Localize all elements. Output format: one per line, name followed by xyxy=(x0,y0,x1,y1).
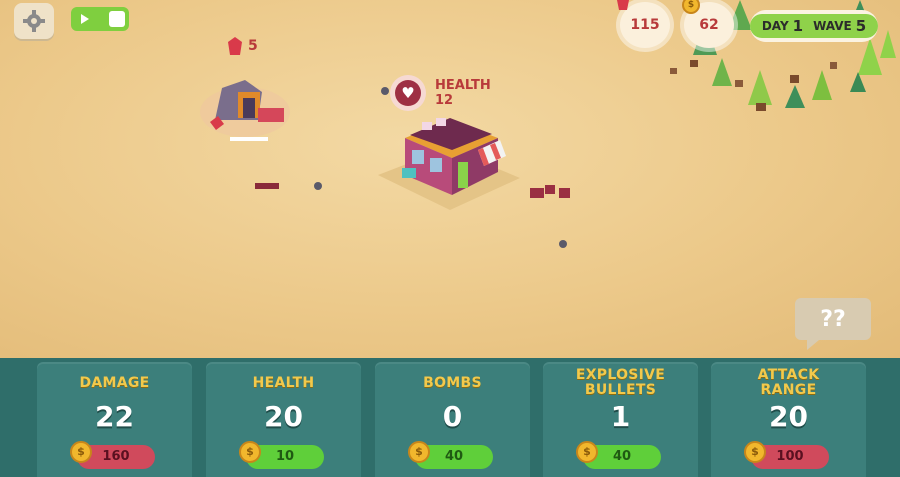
gem-icon xyxy=(228,37,242,55)
upgrade-value: 1 xyxy=(610,400,631,433)
day-value: 1 xyxy=(792,17,804,35)
help-text: ?? xyxy=(820,306,846,332)
terrain-layer xyxy=(200,0,896,248)
mine-gem-count: 5 xyxy=(248,38,258,54)
building-health-icon: ♥ xyxy=(390,75,426,111)
game-scene[interactable]: 115 $ 62 DAY 1 WAVE 5 5 ♥ HEALTH 12 ?? xyxy=(0,0,900,358)
upgrade-value: 20 xyxy=(769,400,808,433)
mine-gem-label: 5 xyxy=(228,37,258,55)
gem-icon xyxy=(617,0,629,10)
debris xyxy=(530,188,544,198)
upgrade-card-damage[interactable]: DAMAGE 22 160 $ xyxy=(37,362,192,477)
coin-icon: $ xyxy=(682,0,700,14)
wave-value: 5 xyxy=(855,17,867,35)
building-value: 12 xyxy=(435,93,454,108)
coin-icon: $ xyxy=(70,441,92,463)
debris xyxy=(255,183,279,189)
building-label: HEALTH xyxy=(435,78,491,93)
upgrade-value: 20 xyxy=(264,400,303,433)
upgrade-card-explosive-bullets[interactable]: EXPLOSIVE BULLETS 1 40 $ xyxy=(543,362,698,477)
shop-building xyxy=(378,118,520,210)
upgrade-title: HEALTH xyxy=(252,375,315,391)
gem-count: 115 xyxy=(630,17,660,33)
coin-icon: $ xyxy=(239,441,261,463)
speed-toggle[interactable] xyxy=(71,7,129,31)
upgrade-value: 22 xyxy=(95,400,134,433)
wave-label: WAVE xyxy=(813,19,852,33)
coin-icon: $ xyxy=(408,441,430,463)
coin-count: 62 xyxy=(699,17,719,33)
coin-icon: $ xyxy=(576,441,598,463)
debris xyxy=(559,188,570,198)
debris xyxy=(545,185,555,194)
upgrade-card-attack-range[interactable]: ATTACK RANGE 20 100 $ xyxy=(711,362,866,477)
coin-icon: $ xyxy=(744,441,766,463)
upgrade-value: 0 xyxy=(442,400,463,433)
coin-counter: $ 62 xyxy=(682,0,734,48)
upgrade-title: EXPLOSIVE BULLETS xyxy=(575,367,666,398)
building-health-label: HEALTH 12 xyxy=(435,78,491,108)
settings-button[interactable] xyxy=(14,3,54,39)
upgrade-title: BOMBS xyxy=(423,375,482,391)
upgrade-card-health[interactable]: HEALTH 20 10 $ xyxy=(206,362,361,477)
upgrade-card-bombs[interactable]: BOMBS 0 40 $ xyxy=(375,362,530,477)
upgrade-title: DAMAGE xyxy=(79,375,150,391)
enemy-bug[interactable] xyxy=(314,182,322,190)
play-icon xyxy=(81,14,89,24)
enemy-bug[interactable] xyxy=(559,240,567,248)
day-label: DAY xyxy=(761,19,789,33)
help-button[interactable]: ?? xyxy=(795,298,871,350)
toggle-knob xyxy=(109,11,125,27)
upgrade-title: ATTACK RANGE xyxy=(757,367,820,398)
gear-icon xyxy=(23,10,45,32)
gem-counter: 115 xyxy=(617,0,670,48)
heart-icon: ♥ xyxy=(395,80,421,106)
enemy-bug[interactable] xyxy=(381,87,389,95)
day-wave-badge: DAY 1 WAVE 5 xyxy=(749,10,879,42)
mine xyxy=(200,80,290,141)
